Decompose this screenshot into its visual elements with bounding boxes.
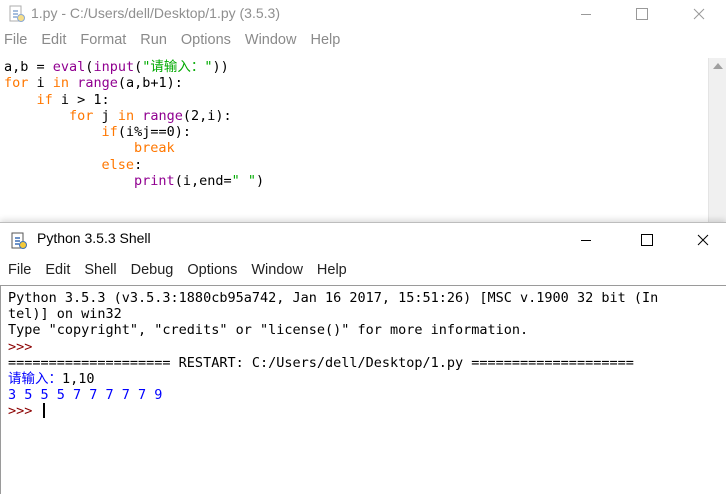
editor-menu-options[interactable]: Options	[174, 32, 238, 48]
code-line: a,b = eval(input("请输入："))	[4, 59, 229, 75]
editor-menubar: File Edit Format Run Options Window Help	[0, 28, 726, 52]
python-file-icon	[9, 5, 25, 22]
shell-line: ==================== RESTART: C:/Users/d…	[8, 354, 634, 371]
shell-menu-options[interactable]: Options	[180, 262, 244, 278]
code-line: else:	[101, 156, 143, 173]
maximize-button[interactable]	[624, 223, 670, 257]
text-cursor	[42, 403, 45, 419]
shell-line: Python 3.5.3 (v3.5.3:1880cb95a742, Jan 1…	[8, 290, 659, 306]
shell-prompt: >>>	[8, 403, 716, 419]
code-line: for i in range(a,b+1):	[4, 75, 183, 92]
close-icon	[697, 234, 709, 246]
shell-output: Python 3.5.3 (v3.5.3:1880cb95a742, Jan 1…	[8, 290, 716, 420]
shell-output-area[interactable]: Python 3.5.3 (v3.5.3:1880cb95a742, Jan 1…	[0, 285, 726, 494]
shell-line: Type "copyright", "credits" or "license(…	[8, 322, 529, 339]
maximize-icon	[641, 234, 653, 246]
editor-menu-edit[interactable]: Edit	[34, 32, 73, 48]
close-button[interactable]	[676, 0, 722, 28]
code-editor[interactable]: a,b = eval(input("请输入：")) for i in range(…	[4, 59, 708, 222]
close-icon	[693, 8, 705, 20]
editor-menu-format[interactable]: Format	[73, 32, 133, 48]
code-line: if(i%j==0):	[101, 124, 191, 141]
shell-menu-debug[interactable]: Debug	[124, 262, 181, 278]
maximize-icon	[636, 8, 648, 20]
code-line: print(i,end=" ")	[134, 173, 265, 190]
shell-window: Python 3.5.3 Shell File Edit Shell Debug Opt…	[0, 222, 726, 494]
editor-menu-help[interactable]: Help	[303, 32, 347, 48]
shell-titlebar[interactable]: Python 3.5.3 Shell	[0, 223, 726, 257]
close-button[interactable]	[680, 223, 726, 257]
shell-title: Python 3.5.3 Shell	[37, 230, 151, 246]
editor-menu-window[interactable]: Window	[238, 32, 304, 48]
editor-titlebar[interactable]: 1.py - C:/Users/dell/Desktop/1.py (3.5.3…	[0, 0, 726, 28]
user-input: 1,10	[62, 371, 95, 388]
shell-menu-help[interactable]: Help	[310, 262, 354, 278]
scroll-up-icon[interactable]	[713, 63, 723, 69]
editor-menu-run[interactable]: Run	[133, 32, 174, 48]
shell-prompt: >>>	[8, 338, 41, 355]
minimize-button[interactable]	[563, 0, 609, 28]
shell-line: 3 5 5 5 7 7 7 7 7 9	[8, 387, 163, 404]
code-line: for j in range(2,i):	[69, 107, 232, 124]
python-shell-icon	[11, 232, 27, 249]
editor-menu-file[interactable]: File	[0, 32, 34, 48]
shell-menu-shell[interactable]: Shell	[77, 262, 123, 278]
editor-window: 1.py - C:/Users/dell/Desktop/1.py (3.5.3…	[0, 0, 726, 222]
shell-line: 请输入：1,10	[8, 371, 95, 388]
editor-scrollbar[interactable]	[708, 58, 726, 222]
shell-menubar: File Edit Shell Debug Options Window Help	[0, 257, 726, 283]
minimize-icon	[581, 240, 591, 241]
shell-line: tel)] on win32	[8, 306, 122, 323]
maximize-button[interactable]	[619, 0, 665, 28]
code-line: if i > 1:	[36, 91, 110, 108]
shell-menu-edit[interactable]: Edit	[38, 262, 77, 278]
minimize-button[interactable]	[563, 223, 609, 257]
shell-menu-window[interactable]: Window	[244, 262, 310, 278]
code-line: break	[134, 140, 175, 157]
editor-title: 1.py - C:/Users/dell/Desktop/1.py (3.5.3…	[31, 5, 280, 21]
minimize-icon	[581, 14, 591, 15]
shell-menu-file[interactable]: File	[0, 262, 38, 278]
